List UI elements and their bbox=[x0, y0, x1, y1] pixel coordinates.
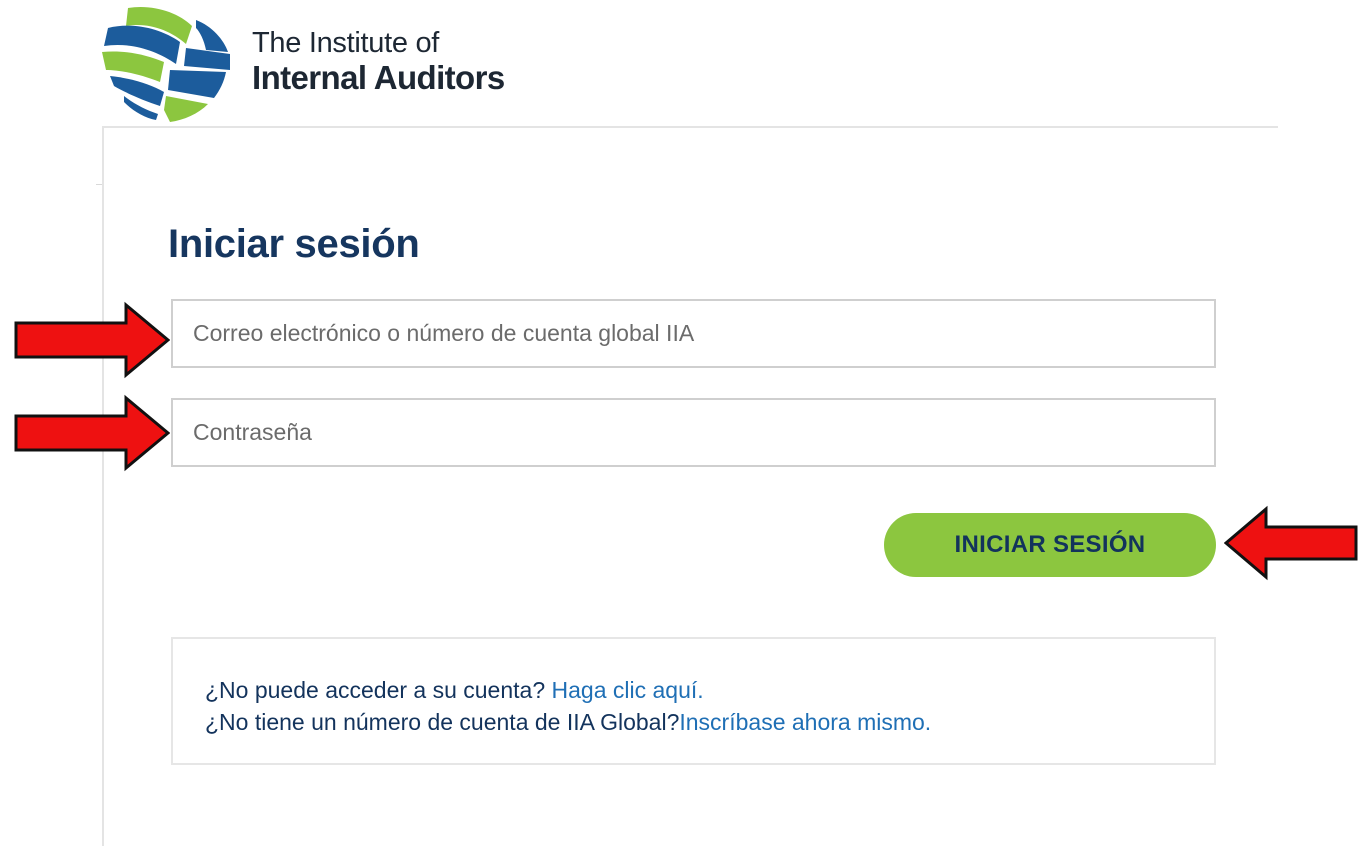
red-arrow-icon bbox=[14, 301, 170, 379]
red-arrow-icon bbox=[14, 394, 170, 472]
logo-text: The Institute of Internal Auditors bbox=[252, 27, 505, 96]
help-line-1: ¿No puede acceder a su cuenta? Haga clic… bbox=[205, 674, 1214, 706]
password-field[interactable] bbox=[171, 398, 1216, 467]
help-line-2: ¿No tiene un número de cuenta de IIA Glo… bbox=[205, 706, 1214, 738]
logo-line-2: Internal Auditors bbox=[252, 58, 505, 96]
logo-line-1: The Institute of bbox=[252, 27, 440, 59]
page-title: Iniciar sesión bbox=[168, 222, 420, 266]
register-link[interactable]: Inscríbase ahora mismo. bbox=[679, 709, 931, 735]
iia-logo[interactable]: The Institute of Internal Auditors bbox=[100, 6, 540, 122]
help-box: ¿No puede acceder a su cuenta? Haga clic… bbox=[171, 637, 1216, 765]
globe-logo-icon bbox=[102, 6, 230, 122]
help-question-2: ¿No tiene un número de cuenta de IIA Glo… bbox=[205, 709, 680, 735]
red-arrow-icon bbox=[1224, 505, 1358, 581]
login-button[interactable]: INICIAR SESIÓN bbox=[884, 513, 1216, 577]
recover-account-link[interactable]: Haga clic aquí. bbox=[552, 677, 704, 703]
help-question-1: ¿No puede acceder a su cuenta? bbox=[205, 677, 552, 703]
email-field[interactable] bbox=[171, 299, 1216, 368]
